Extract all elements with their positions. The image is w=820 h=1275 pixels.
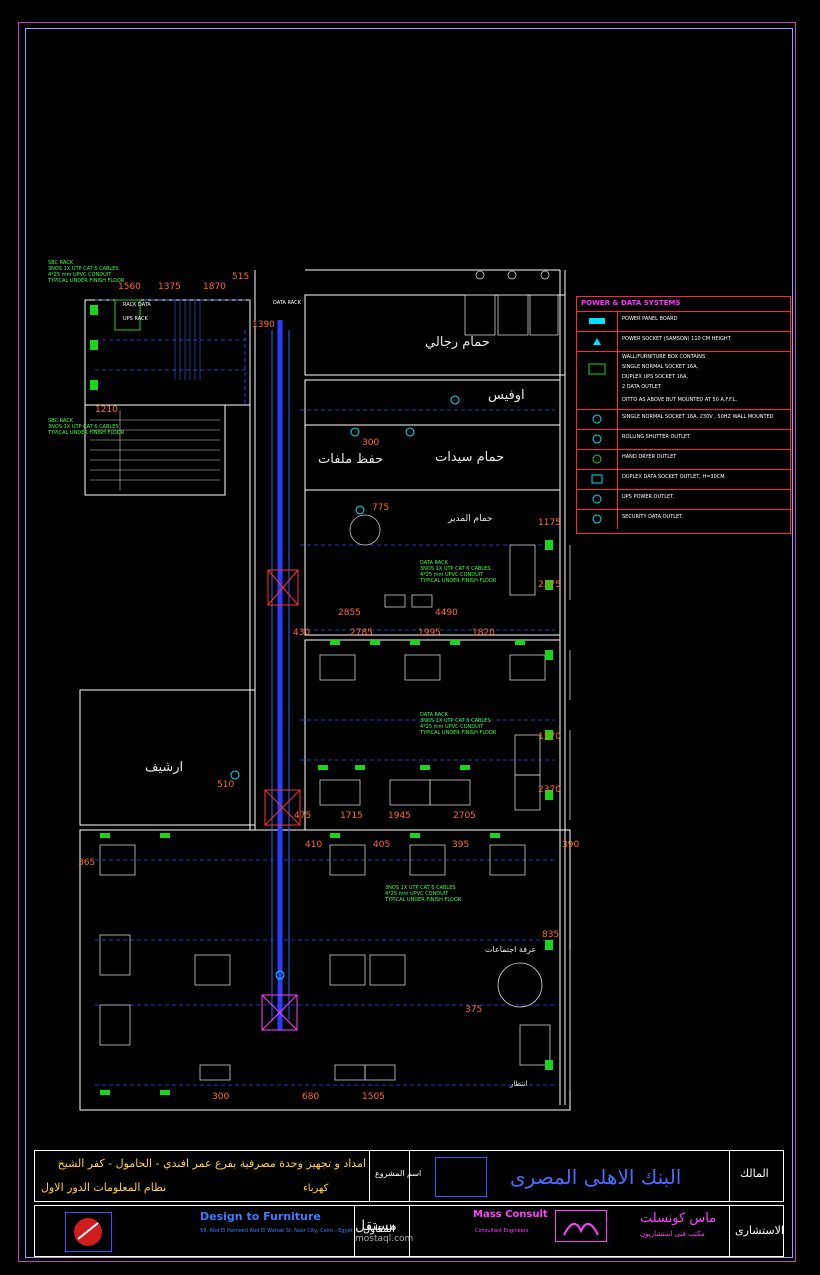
dim-label: 515 bbox=[232, 272, 250, 282]
dim-label: 835 bbox=[542, 930, 560, 940]
dim-label: 1945 bbox=[388, 811, 411, 821]
owner-logo-box bbox=[435, 1157, 487, 1197]
dim-label: 2855 bbox=[338, 608, 361, 618]
dim-label: 1870 bbox=[203, 282, 226, 292]
consultant-label: الاستشارى bbox=[735, 1224, 784, 1237]
room-women-wc: حمام سيدات bbox=[435, 450, 505, 465]
dim-label: 1820 bbox=[472, 628, 495, 638]
dim-label: 410 bbox=[305, 840, 323, 850]
watermark-text: مستقل bbox=[355, 1218, 397, 1234]
dim-label: 1570 bbox=[538, 732, 561, 742]
cable-note-2: SBC RACK 3NOS 1X UTP CAT 6 CABLES TYPICA… bbox=[48, 418, 125, 436]
archive-room bbox=[79, 689, 256, 826]
room-archive: ارشيف bbox=[145, 760, 184, 775]
dim-label: 405 bbox=[373, 840, 391, 850]
legend-row: HAND DRYER OUTLET bbox=[577, 449, 790, 469]
cable-note-5: 3NOS 1X UTP CAT 6 CABLES 4*25 mm UPVC CO… bbox=[385, 885, 462, 903]
dim-label: 2705 bbox=[453, 811, 476, 821]
legend-row: ROLLING SHUTTER OUTLET bbox=[577, 429, 790, 449]
cable-note-3: DATA RACK 3NOS 1X UTP CAT 6 CABLES 4*25 … bbox=[420, 560, 497, 584]
dim-label: 1560 bbox=[118, 282, 141, 292]
dim-label: 680 bbox=[302, 1092, 320, 1102]
room-waiting: انتظار bbox=[510, 1080, 528, 1088]
rack-label-a: RACK DATA bbox=[123, 302, 151, 308]
room-office: اوفيس bbox=[488, 388, 525, 403]
rack-label-c: DATA RACK bbox=[273, 300, 301, 306]
dim-label: 2370 bbox=[538, 785, 561, 795]
watermark: مستقل mostaql.com bbox=[355, 1218, 413, 1244]
dim-label: 1715 bbox=[340, 811, 363, 821]
owner-label: المالك bbox=[740, 1167, 769, 1180]
lower-hall bbox=[79, 829, 571, 1111]
watermark-url: mostaql.com bbox=[355, 1234, 414, 1244]
dim-label: 775 bbox=[372, 503, 390, 513]
dim-label: 430 bbox=[293, 628, 311, 638]
upper-left-block bbox=[84, 299, 251, 406]
room-manager: حمام المدير bbox=[448, 514, 493, 524]
bank-name: البنك الاهلى المصرى bbox=[510, 1165, 682, 1189]
title-block-row-1: امداد و تجهيز وحدة مصرفية بفرع عمر افندي… bbox=[34, 1150, 784, 1202]
dim-label: 300 bbox=[362, 438, 380, 448]
dim-label: 510 bbox=[217, 780, 235, 790]
dim-label: 1390 bbox=[252, 320, 275, 330]
legend-row: WALL/FURNITURE BOX CONTAINS SINGLE NORMA… bbox=[577, 351, 790, 410]
legend-row: SECURITY DATA OUTLET. bbox=[577, 509, 790, 529]
legend-row: POWER PANEL BOARD bbox=[577, 311, 790, 331]
dim-label: 2785 bbox=[350, 628, 373, 638]
floor-plan bbox=[79, 269, 571, 1111]
cable-note-4: DATA RACK 3NOS 1X UTP CAT 6 CABLES 4*25 … bbox=[420, 712, 497, 736]
dim-label: 1210 bbox=[95, 405, 118, 415]
dim-label: 375 bbox=[465, 1005, 483, 1015]
legend-table: POWER & DATA SYSTEMS POWER PANEL BOARD P… bbox=[576, 296, 791, 534]
dim-label: 300 bbox=[212, 1092, 230, 1102]
dim-label: 2375 bbox=[538, 580, 561, 590]
dim-label: 365 bbox=[78, 858, 96, 868]
dim-label: 1375 bbox=[158, 282, 181, 292]
legend-row: UPS POWER OUTLET. bbox=[577, 489, 790, 509]
dim-label: 1505 bbox=[362, 1092, 385, 1102]
dim-label: 4490 bbox=[435, 608, 458, 618]
dim-label: 1995 bbox=[418, 628, 441, 638]
dim-label: 395 bbox=[452, 840, 470, 850]
legend-row: SINGLE NORMAL SOCKET 16A, 230V , 50HZ WA… bbox=[577, 409, 790, 429]
rack-label-b: UPS RACK bbox=[123, 316, 148, 322]
room-files: حفظ ملفات bbox=[318, 452, 384, 467]
cable-note-1: SBC RACK 3NOS 1X UTP CAT 6 CABLES 4*25 m… bbox=[48, 260, 125, 284]
legend-row: DUPLEX DATA SOCKET OUTLET, H=30CM bbox=[577, 469, 790, 489]
dim-label: 475 bbox=[294, 811, 312, 821]
dim-label: 390 bbox=[562, 840, 580, 850]
legend-title: POWER & DATA SYSTEMS bbox=[581, 299, 681, 307]
dim-label: 1175 bbox=[538, 518, 561, 528]
room-meeting: غرفة اجتماعات bbox=[485, 945, 536, 954]
room-men-wc: حمام رجالي bbox=[425, 335, 490, 350]
legend-row: POWER SOCKET (SAMSON) 110 CM HEIGHT bbox=[577, 331, 790, 351]
